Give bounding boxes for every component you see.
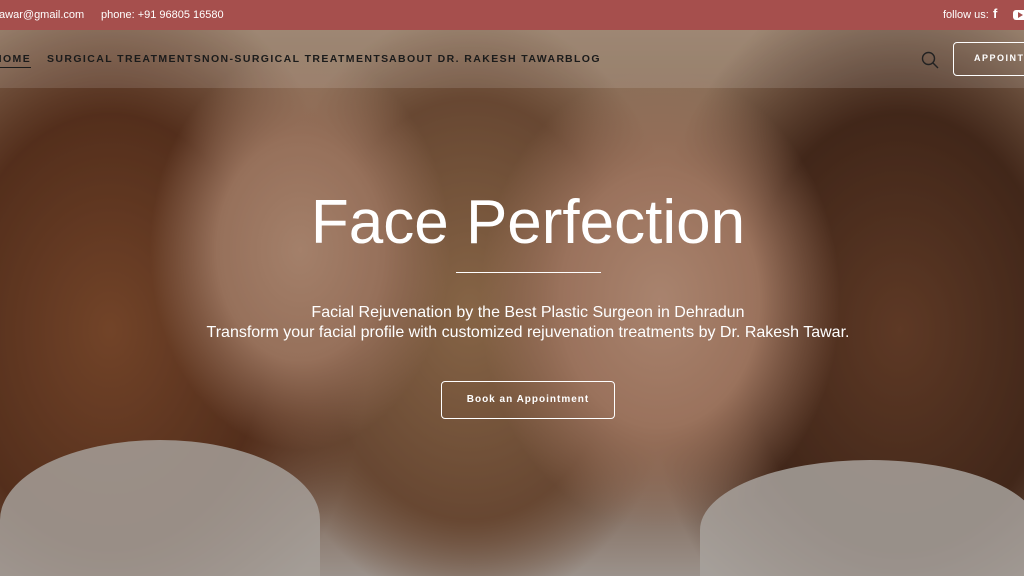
hero-background	[0, 30, 1024, 576]
follow-us-label: follow us:	[943, 9, 989, 21]
hero-subtitle: Facial Rejuvenation by the Best Plastic …	[311, 304, 745, 321]
title-divider	[456, 272, 601, 273]
book-appointment-button[interactable]: Book an Appointment	[441, 381, 615, 419]
main-navigation: HOME SURGICAL TREATMENTS NON-SURGICAL TR…	[0, 30, 1024, 88]
contact-email[interactable]: tawar@gmail.com	[0, 9, 84, 21]
search-icon[interactable]	[921, 51, 939, 69]
nav-item-about[interactable]: ABOUT DR. RAKESH TAWAR	[389, 53, 565, 65]
nav-item-surgical-treatments[interactable]: SURGICAL TREATMENTS	[47, 53, 202, 65]
nav-item-non-surgical-treatments[interactable]: NON-SURGICAL TREATMENTS	[202, 53, 390, 65]
hero-title: Face Perfection	[310, 188, 746, 257]
top-utility-bar: tawar@gmail.com phone: +91 96805 16580 f…	[0, 0, 1024, 30]
appointment-button[interactable]: APPOINTMENT	[953, 42, 1024, 76]
nav-item-blog[interactable]: BLOG	[565, 53, 601, 65]
contact-phone[interactable]: phone: +91 96805 16580	[101, 9, 224, 21]
nav-item-home[interactable]: HOME	[0, 53, 32, 68]
facebook-icon[interactable]: f	[993, 7, 1003, 21]
youtube-icon[interactable]	[1013, 10, 1024, 20]
hero-overlay	[0, 30, 1024, 576]
hero-description: Transform your facial profile with custo…	[206, 324, 850, 341]
